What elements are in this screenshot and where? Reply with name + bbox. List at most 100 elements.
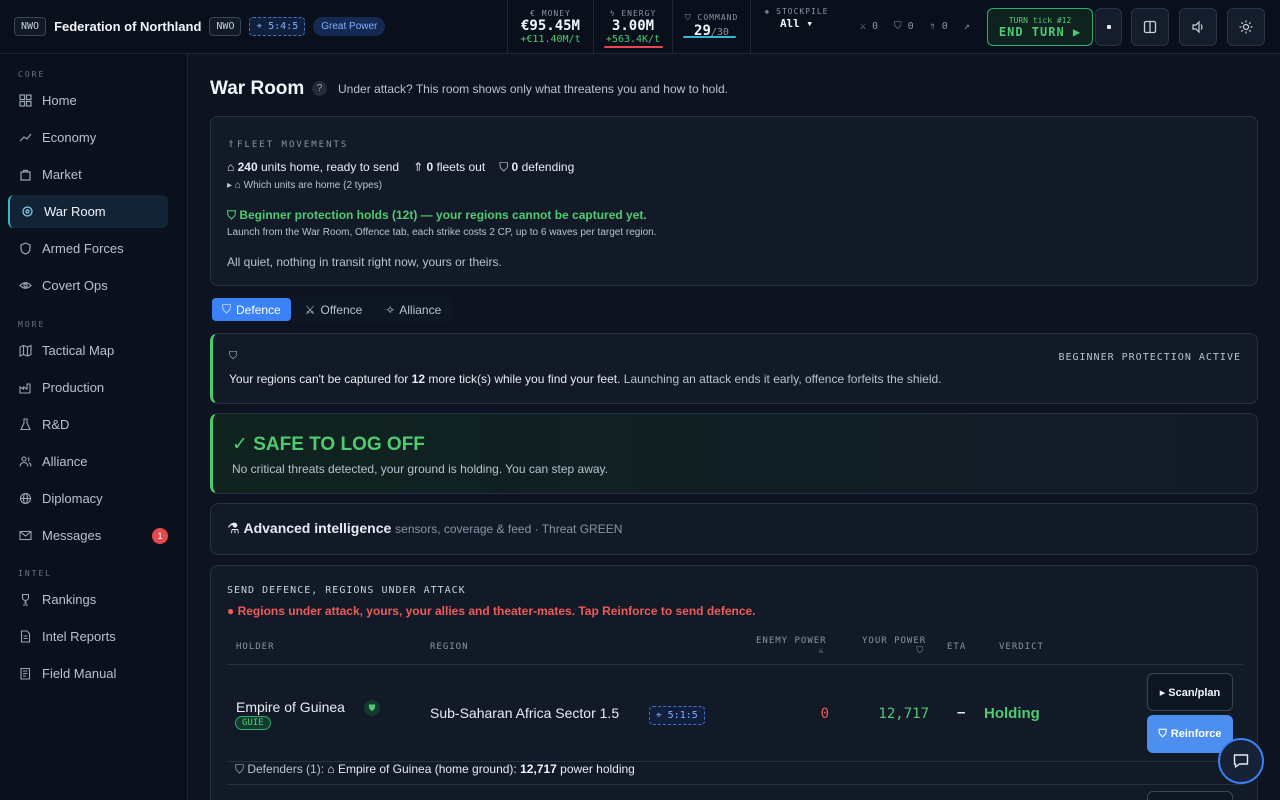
globe-icon — [18, 492, 32, 506]
castle-icon: ⌂ — [327, 762, 338, 776]
trend-up-icon — [18, 131, 32, 145]
sidebar-item-label: R&D — [42, 417, 70, 432]
sidebar-item-alliance[interactable]: Alliance — [8, 445, 168, 478]
col-your-power: YOUR POWER ⛉ — [862, 636, 926, 656]
pin-icon: ⌖ — [256, 21, 269, 32]
send-defence-card: SEND DEFENCE, REGIONS UNDER ATTACK ● Reg… — [210, 565, 1258, 800]
intel-card[interactable]: ⚗ Advanced intelligence sensors, coverag… — [210, 503, 1258, 555]
power-badge: Great Power — [313, 17, 386, 36]
defending: ⛉ 0 defending — [499, 160, 574, 175]
reinforce-button[interactable]: ⛉ Reinforce — [1147, 715, 1233, 753]
sidebar-item-armed-forces[interactable]: Armed Forces — [8, 232, 168, 265]
sidebar-item-label: Diplomacy — [42, 491, 103, 506]
safe-title-text: SAFE TO LOG OFF — [253, 434, 425, 455]
safe-text: No critical threats detected, your groun… — [232, 462, 609, 476]
sidebar-item-label: Rankings — [42, 592, 97, 607]
alert-dot-icon: ● — [227, 604, 238, 618]
fleet-movements-card: ⇑ FLEET MOVEMENTS ⌂ 240 units home, read… — [210, 116, 1258, 286]
col-eta: ETA — [947, 642, 967, 652]
sidebar-item-home[interactable]: Home — [8, 84, 168, 117]
sidebar-item-economy[interactable]: Economy — [8, 121, 168, 154]
sidebar-item-label: Messages — [42, 528, 102, 543]
region-name[interactable]: Sub-Saharan Africa Sector 1.5 — [430, 705, 619, 721]
units-home-toggle[interactable]: ▸ ⌂ Which units are home (2 types) — [227, 180, 382, 191]
protection-notice: ⛉ Beginner protection holds (12t) — your… — [227, 208, 647, 223]
location-chip[interactable]: ⌖ 5:4:5 — [249, 17, 306, 36]
protection-tag: BEGINNER PROTECTION ACTIVE — [1058, 352, 1241, 363]
pause-button[interactable] — [1095, 8, 1122, 46]
shield-icon: ⛉ — [499, 160, 512, 174]
col-enemy-power-label: ENEMY POWER — [756, 636, 827, 646]
attack-count[interactable]: ⚔ 0 — [860, 21, 878, 32]
tab-alliance[interactable]: ⟡ Alliance — [376, 298, 451, 321]
crosshair-icon — [20, 205, 34, 219]
rocket-icon: ⇑ — [227, 139, 238, 149]
fleets-out-count: 0 — [426, 160, 434, 174]
main-content: War Room ? Under attack? This room shows… — [189, 54, 1280, 800]
units-home: ⌂ 240 units home, ready to send — [227, 160, 399, 175]
sound-button[interactable] — [1179, 8, 1217, 46]
panel-toggle-button[interactable] — [1131, 8, 1169, 46]
sidebar-item-market[interactable]: Market — [8, 158, 168, 191]
command-stat-label: ⛉ COMMAND — [685, 13, 739, 23]
sidebar-item-covert-ops[interactable]: Covert Ops — [8, 269, 168, 302]
nation-name[interactable]: Federation of Northland — [54, 19, 201, 34]
safe-card: ✓ SAFE TO LOG OFF No critical threats de… — [210, 413, 1258, 494]
sidebar-item-rankings[interactable]: Rankings — [8, 583, 168, 616]
sidebar-item-diplomacy[interactable]: Diplomacy — [8, 482, 168, 515]
sidebar-item-messages[interactable]: Messages 1 — [8, 519, 168, 552]
command-value: 29/30 — [694, 23, 729, 41]
sidebar-item-production[interactable]: Production — [8, 371, 168, 404]
sidebar-item-rnd[interactable]: R&D — [8, 408, 168, 441]
tab-offence[interactable]: ⚔ Offence — [295, 298, 373, 321]
defence-alert: ● Regions under attack, yours, your alli… — [227, 604, 756, 618]
defence-label: SEND DEFENCE, REGIONS UNDER ATTACK — [227, 585, 466, 596]
stockpile-stat[interactable]: ◈ STOCKPILE All ▾ — [750, 0, 842, 54]
users-icon — [18, 455, 32, 469]
energy-stat[interactable]: ϟ ENERGY 3.00M +563.4K/t — [593, 0, 672, 54]
protection-text-a: Your regions can't be captured for — [229, 372, 409, 386]
sidebar-item-intel-reports[interactable]: Intel Reports — [8, 620, 168, 653]
page-subtitle: Under attack? This room shows only what … — [338, 82, 728, 96]
scan-plan-button[interactable]: ▸ Scan/plan — [1147, 673, 1233, 711]
sidebar-item-tactical-map[interactable]: Tactical Map — [8, 334, 168, 367]
tab-defence[interactable]: ⛉ Defence — [212, 298, 291, 321]
defenders-line: ⛉ Defenders (1): ⌂ Empire of Guinea (hom… — [235, 762, 635, 777]
help-icon[interactable]: ? — [312, 81, 327, 96]
holder-name[interactable]: Empire of Guinea — [236, 699, 345, 715]
chat-button[interactable] — [1218, 738, 1264, 784]
sidebar-item-war-room[interactable]: War Room — [8, 195, 168, 228]
location-value: 5:4:5 — [268, 21, 299, 32]
col-region: REGION — [430, 642, 469, 652]
stockpile-select[interactable]: All ▾ — [780, 16, 813, 32]
theme-button[interactable] — [1227, 8, 1265, 46]
money-stat[interactable]: € MONEY €95.45M +€11.40M/t — [507, 0, 593, 54]
defend-count[interactable]: ⛉ 0 — [894, 21, 914, 32]
box-icon: ◈ — [764, 7, 777, 16]
end-turn-button[interactable]: TURN tick #12 END TURN ▶ — [987, 8, 1093, 46]
row-divider — [227, 784, 1243, 785]
protection-text: Your regions can't be captured for 12 mo… — [229, 372, 942, 386]
defending-count: 0 — [511, 160, 519, 174]
region-location-chip[interactable]: ⌖ 5:1:5 — [649, 706, 705, 725]
handshake-icon: ⟡ — [386, 302, 395, 316]
command-stat[interactable]: ⛉ COMMAND 29/30 — [672, 0, 750, 54]
header-divider — [227, 664, 1243, 665]
quiet-status: All quiet, nothing in transit right now,… — [227, 255, 502, 269]
pin-icon: ⌖ — [656, 710, 668, 721]
war-room-tabs: ⛉ Defence ⚔ Offence ⟡ Alliance — [210, 296, 454, 323]
protection-card: ⛉ BEGINNER PROTECTION ACTIVE Your region… — [210, 333, 1258, 404]
swords-icon: ⚔ — [860, 21, 873, 32]
flask-icon — [18, 418, 32, 432]
enemy-power-value: 0 — [820, 706, 829, 722]
col-holder: HOLDER — [236, 642, 275, 652]
next-row-button[interactable] — [1147, 791, 1233, 800]
external-link-icon[interactable]: ↗ — [964, 21, 970, 32]
command-label: COMMAND — [697, 12, 739, 22]
command-bar — [683, 35, 736, 38]
sidebar-item-field-manual[interactable]: Field Manual — [8, 657, 168, 690]
protection-text-b: more tick(s) while you find your feet. — [428, 372, 621, 386]
fleet-count[interactable]: ⇑ 0 — [930, 21, 948, 32]
units-home-count: 240 — [237, 160, 258, 174]
caret-right-icon: ▸ — [227, 180, 235, 191]
